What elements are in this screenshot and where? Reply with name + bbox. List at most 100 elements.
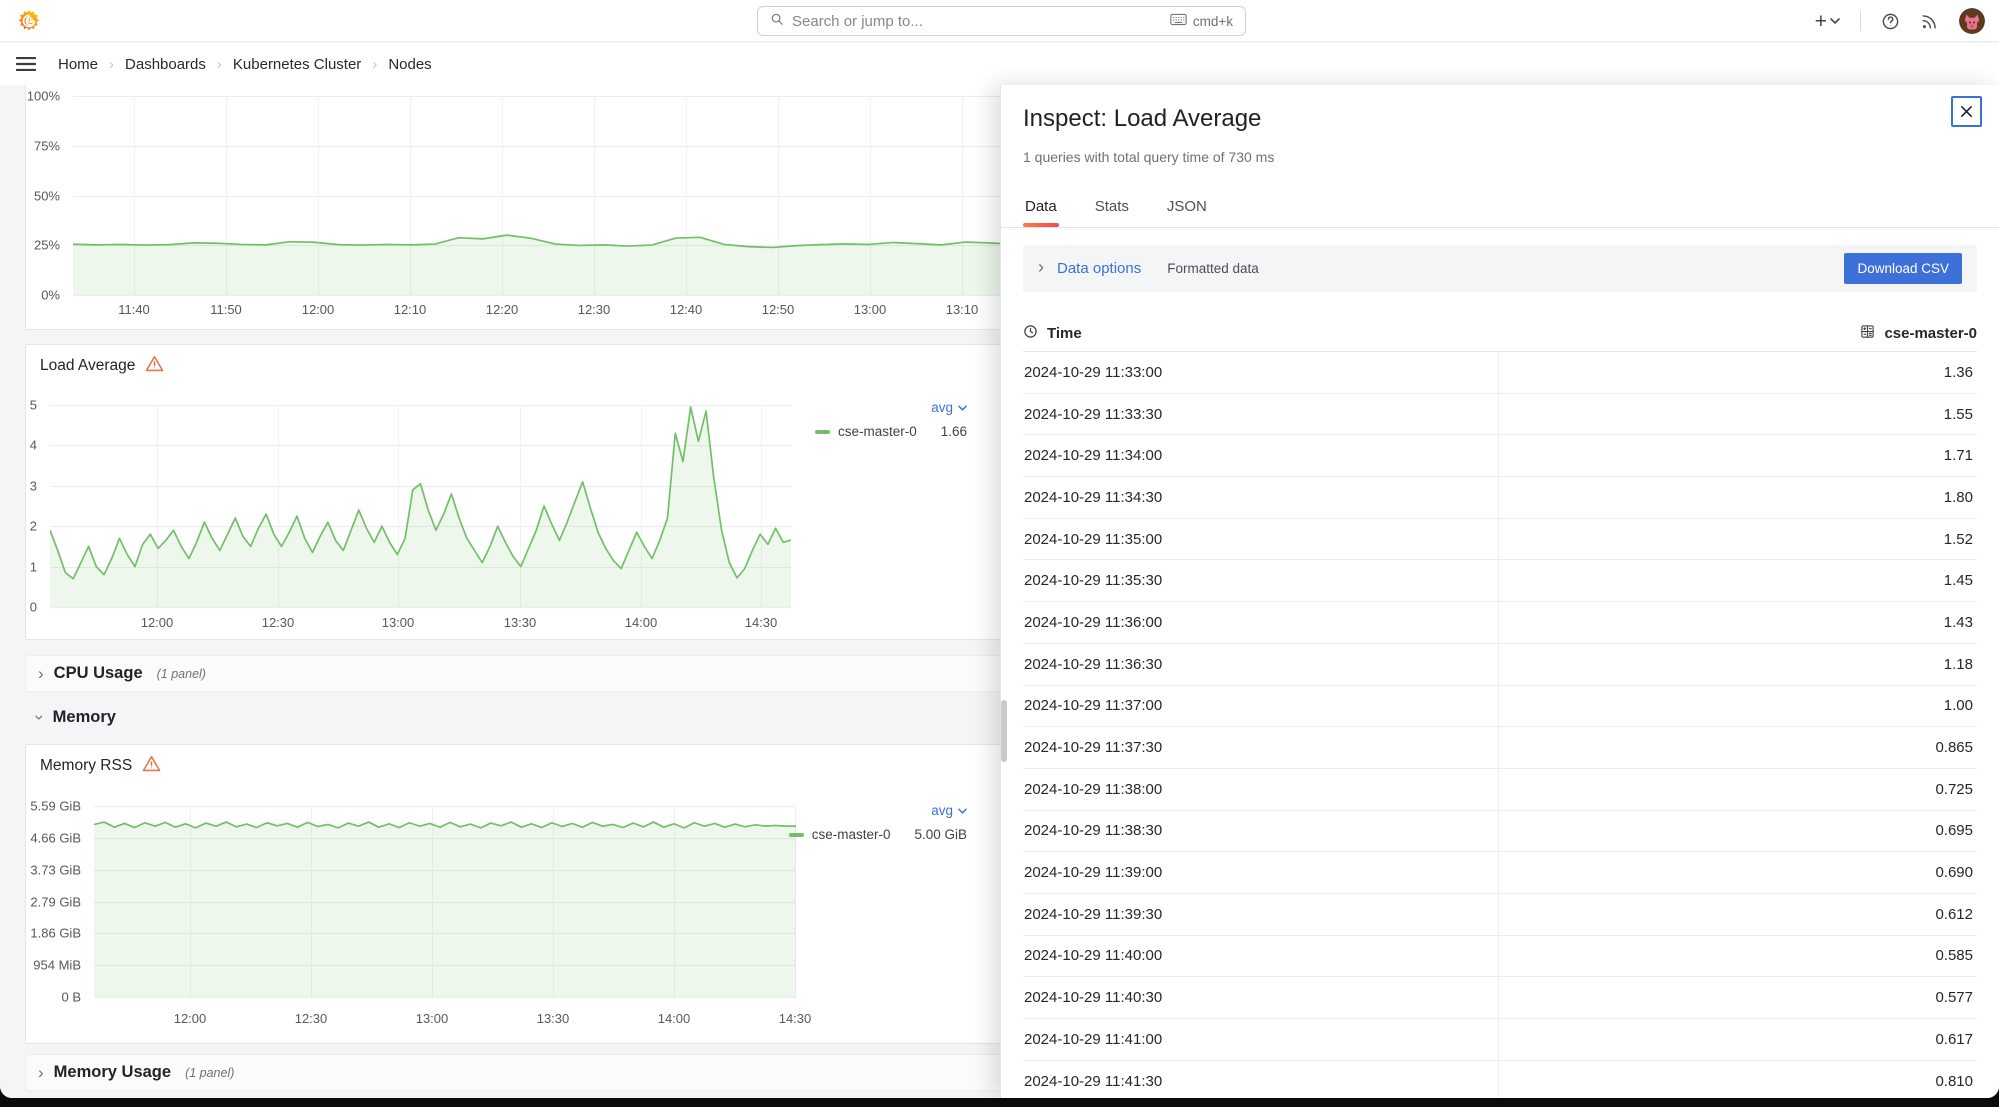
table-row[interactable]: 2024-10-29 11:38:000.725 [1023,769,1977,811]
y-tick-label: 2 [30,519,37,534]
table-row[interactable]: 2024-10-29 11:40:300.577 [1023,977,1977,1019]
table-row[interactable]: 2024-10-29 11:41:000.617 [1023,1019,1977,1061]
breadcrumb-separator: › [217,56,222,73]
y-tick-label: 0 B [61,990,81,1005]
cell-time: 2024-10-29 11:33:30 [1023,394,1498,435]
cell-value: 0.577 [1498,977,1977,1018]
cell-value: 0.725 [1498,769,1977,810]
chevron-down-icon [958,405,967,411]
column-header-series[interactable]: cse-master-0 [1500,324,1977,343]
x-tick-label: 14:00 [658,1011,691,1026]
series-value: 1.66 [941,424,967,439]
x-axis: 12:0012:3013:0013:3014:0014:30 [94,1011,796,1029]
legend-item[interactable]: cse-master-0 1.66 [815,424,967,439]
series-color-swatch [815,430,830,434]
plus-icon: + [1815,11,1827,32]
x-tick-label: 12:10 [394,302,427,317]
news-rss-icon[interactable] [1920,12,1939,31]
y-tick-label: 100% [27,89,60,104]
calculator-grid-icon [1860,324,1875,343]
table-row[interactable]: 2024-10-29 11:37:300.865 [1023,727,1977,769]
top-nav: Search or jump to... cmd+k + [0,0,1999,42]
cell-time: 2024-10-29 11:34:00 [1023,435,1498,476]
user-avatar[interactable] [1959,8,1985,34]
y-tick-label: 75% [34,138,60,153]
y-tick-label: 4 [30,438,37,453]
table-row[interactable]: 2024-10-29 11:33:001.36 [1023,352,1977,394]
table-row[interactable]: 2024-10-29 11:33:301.55 [1023,394,1977,436]
cell-value: 1.36 [1498,352,1977,393]
help-icon[interactable] [1881,12,1900,31]
menu-toggle-icon[interactable] [16,57,36,71]
table-row[interactable]: 2024-10-29 11:34:001.71 [1023,435,1977,477]
panel-load-average[interactable]: Load Average 543210 12:0012:3013:0013:30… [25,344,1010,640]
breadcrumb-item-nodes[interactable]: Nodes [388,56,431,73]
grafana-app: Search or jump to... cmd+k + [0,0,1999,1098]
cell-time: 2024-10-29 11:37:00 [1023,686,1498,727]
panel-legend: avg cse-master-0 5.00 GiB [789,803,967,842]
keyboard-icon [1170,13,1187,29]
tab-data[interactable]: Data [1023,185,1059,227]
table-row[interactable]: 2024-10-29 11:38:300.695 [1023,811,1977,853]
chevron-right-icon[interactable]: › [1038,257,1044,278]
x-tick-label: 12:20 [486,302,519,317]
x-tick-label: 14:30 [745,615,778,630]
cell-time: 2024-10-29 11:35:30 [1023,560,1498,601]
warning-icon[interactable] [145,355,164,377]
table-row[interactable]: 2024-10-29 11:36:301.18 [1023,644,1977,686]
breadcrumb-item-kubernetes-cluster[interactable]: Kubernetes Cluster [233,56,361,73]
x-tick-label: 12:40 [670,302,703,317]
table-row[interactable]: 2024-10-29 11:34:301.80 [1023,477,1977,519]
legend-item[interactable]: cse-master-0 5.00 GiB [789,827,967,842]
table-row[interactable]: 2024-10-29 11:35:301.45 [1023,560,1977,602]
table-row[interactable]: 2024-10-29 11:36:001.43 [1023,602,1977,644]
table-row[interactable]: 2024-10-29 11:40:000.585 [1023,936,1977,978]
breadcrumb-separator: › [372,56,377,73]
breadcrumb-item-dashboards[interactable]: Dashboards [125,56,206,73]
cell-time: 2024-10-29 11:41:00 [1023,1019,1498,1060]
search-input[interactable]: Search or jump to... cmd+k [757,6,1246,36]
y-tick-label: 3.73 GiB [30,862,81,877]
drawer-subtitle: 1 queries with total query time of 730 m… [1023,149,1274,165]
table-row[interactable]: 2024-10-29 11:39:300.612 [1023,894,1977,936]
x-tick-label: 13:00 [382,615,415,630]
new-button[interactable]: + [1815,11,1840,32]
table-row[interactable]: 2024-10-29 11:41:300.810 [1023,1061,1977,1098]
chevron-right-icon: › [38,665,44,682]
x-tick-label: 13:00 [416,1011,449,1026]
chevron-down-icon: › [31,715,48,721]
table-row[interactable]: 2024-10-29 11:35:001.52 [1023,519,1977,561]
close-button[interactable] [1951,96,1982,127]
y-tick-label: 0 [30,600,37,615]
x-tick-label: 11:50 [210,302,242,317]
column-header-time[interactable]: Time [1023,324,1500,343]
search-icon [770,12,784,30]
data-options-toggle[interactable]: Data options [1057,260,1141,277]
legend-calc-dropdown[interactable]: avg [931,803,967,818]
x-tick-label: 14:00 [625,615,658,630]
tab-stats[interactable]: Stats [1093,185,1131,227]
legend-calc-dropdown[interactable]: avg [931,400,967,415]
y-tick-label: 4.66 GiB [30,830,81,845]
drawer-title: Inspect: Load Average [1023,105,1261,133]
table-row[interactable]: 2024-10-29 11:39:000.690 [1023,852,1977,894]
cell-value: 0.690 [1498,852,1977,893]
cell-time: 2024-10-29 11:40:00 [1023,936,1498,977]
nav-actions: + [1815,0,1985,42]
cell-value: 1.00 [1498,686,1977,727]
scrollbar-thumb[interactable] [1001,700,1007,762]
chevron-down-icon [1830,18,1840,24]
panel-memory-rss[interactable]: Memory RSS 5.59 GiB4.66 GiB3.73 GiB2.79 … [25,744,1010,1044]
warning-icon[interactable] [142,755,161,777]
cell-time: 2024-10-29 11:41:30 [1023,1061,1498,1098]
breadcrumb-item-home[interactable]: Home [58,56,98,73]
close-icon [1960,105,1973,118]
grafana-logo-icon[interactable] [16,8,42,34]
table-row[interactable]: 2024-10-29 11:37:001.00 [1023,686,1977,728]
y-tick-label: 1.86 GiB [30,926,81,941]
time-series-chart [50,405,791,607]
breadcrumb-separator: › [109,56,114,73]
cell-time: 2024-10-29 11:39:30 [1023,894,1498,935]
download-csv-button[interactable]: Download CSV [1844,253,1962,284]
tab-json[interactable]: JSON [1165,185,1209,227]
